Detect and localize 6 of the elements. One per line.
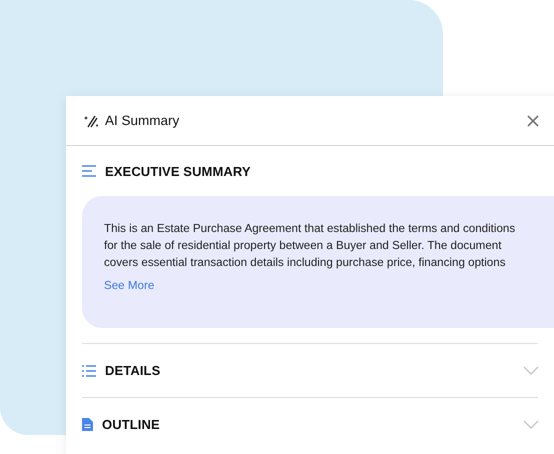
section-title: EXECUTIVE SUMMARY <box>105 164 251 178</box>
section-title: OUTLINE <box>102 417 160 432</box>
see-more-link[interactable]: See More <box>104 279 154 292</box>
summary-text: This is an Estate Purchase Agreement that established the terms and conditions for the sale of residential property between a Buyer and Seller. The document covers essential transaction details including purchase price, financing options <box>104 221 516 271</box>
panel-title: AI Summary <box>105 113 180 128</box>
section-title: DETAILS <box>105 363 160 378</box>
